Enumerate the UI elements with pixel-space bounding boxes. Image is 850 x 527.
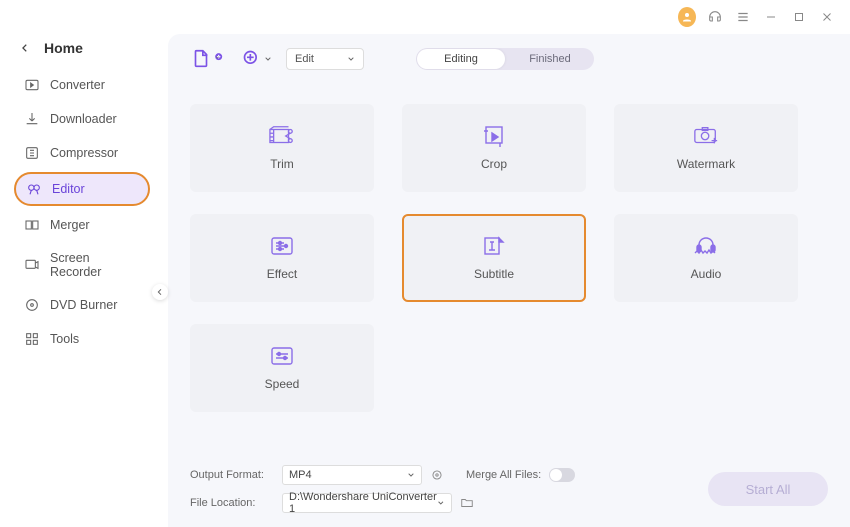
card-subtitle[interactable]: Subtitle <box>402 214 586 302</box>
close-icon[interactable] <box>818 8 836 26</box>
sidebar-item-dvdburner[interactable]: DVD Burner <box>14 290 150 320</box>
editor-icon <box>26 181 42 197</box>
output-settings-icon[interactable] <box>430 468 444 482</box>
edit-mode-select[interactable]: Edit <box>286 48 364 70</box>
seg-finished[interactable]: Finished <box>506 48 594 70</box>
file-location-label: File Location: <box>190 497 274 509</box>
sidebar-item-merger[interactable]: Merger <box>14 210 150 240</box>
maximize-icon[interactable] <box>790 8 808 26</box>
card-watermark[interactable]: Watermark <box>614 104 798 192</box>
downloader-icon <box>24 111 40 127</box>
sidebar-item-label: DVD Burner <box>50 298 117 312</box>
sidebar-item-compressor[interactable]: Compressor <box>14 138 150 168</box>
card-label: Trim <box>270 157 294 171</box>
file-location-select[interactable]: D:\Wondershare UniConverter 1 <box>282 493 452 513</box>
crop-icon <box>481 125 507 147</box>
tools-icon <box>24 331 40 347</box>
dvdburner-icon <box>24 297 40 313</box>
effect-icon <box>269 235 295 257</box>
sidebar-item-downloader[interactable]: Downloader <box>14 104 150 134</box>
card-label: Effect <box>267 267 297 281</box>
edit-select-value: Edit <box>295 53 314 65</box>
add-url-button[interactable] <box>242 49 272 69</box>
start-all-label: Start All <box>746 482 791 497</box>
card-effect[interactable]: Effect <box>190 214 374 302</box>
file-location-value: D:\Wondershare UniConverter 1 <box>289 491 437 515</box>
support-icon[interactable] <box>706 8 724 26</box>
screenrecorder-icon <box>24 257 40 273</box>
sidebar-nav: Converter Downloader Compressor Editor M… <box>6 70 154 354</box>
card-label: Crop <box>481 157 507 171</box>
sidebar-item-label: Tools <box>50 332 79 346</box>
sidebar-item-label: Editor <box>52 182 85 196</box>
user-avatar-icon[interactable] <box>678 8 696 26</box>
menu-icon[interactable] <box>734 8 752 26</box>
open-folder-icon[interactable] <box>460 496 474 510</box>
seg-editing[interactable]: Editing <box>417 49 505 69</box>
tool-grid: Trim Crop Watermark Effect Subtitle Audi… <box>190 104 828 412</box>
back-icon[interactable] <box>20 42 30 54</box>
toolbar: Edit Editing Finished <box>190 48 828 70</box>
card-audio[interactable]: Audio <box>614 214 798 302</box>
titlebar <box>0 0 850 34</box>
audio-icon <box>693 235 719 257</box>
sidebar-item-tools[interactable]: Tools <box>14 324 150 354</box>
collapse-sidebar-icon[interactable] <box>152 284 168 300</box>
main-panel: Edit Editing Finished Trim Crop Watermar… <box>168 34 850 527</box>
merger-icon <box>24 217 40 233</box>
output-format-label: Output Format: <box>190 469 274 481</box>
sidebar-item-label: Screen Recorder <box>50 251 140 279</box>
output-format-value: MP4 <box>289 469 312 481</box>
home-label: Home <box>44 40 83 56</box>
merge-toggle[interactable] <box>549 468 575 482</box>
sidebar-item-screenrecorder[interactable]: Screen Recorder <box>14 244 150 286</box>
card-crop[interactable]: Crop <box>402 104 586 192</box>
footer: Output Format: MP4 Merge All Files: File… <box>190 459 828 513</box>
start-all-button[interactable]: Start All <box>708 472 828 506</box>
status-segmented: Editing Finished <box>416 48 594 70</box>
sidebar-item-converter[interactable]: Converter <box>14 70 150 100</box>
watermark-icon <box>693 125 719 147</box>
subtitle-icon <box>481 235 507 257</box>
sidebar-item-label: Downloader <box>50 112 117 126</box>
add-file-button[interactable] <box>190 48 228 70</box>
card-label: Speed <box>265 377 300 391</box>
card-trim[interactable]: Trim <box>190 104 374 192</box>
card-label: Watermark <box>677 157 735 171</box>
card-label: Subtitle <box>474 267 514 281</box>
speed-icon <box>269 345 295 367</box>
compressor-icon <box>24 145 40 161</box>
sidebar: Home Converter Downloader Compressor Edi… <box>0 34 160 527</box>
sidebar-item-label: Converter <box>50 78 105 92</box>
converter-icon <box>24 77 40 93</box>
card-label: Audio <box>691 267 722 281</box>
sidebar-item-editor[interactable]: Editor <box>14 172 150 206</box>
minimize-icon[interactable] <box>762 8 780 26</box>
home-row[interactable]: Home <box>6 34 154 70</box>
card-speed[interactable]: Speed <box>190 324 374 412</box>
output-format-select[interactable]: MP4 <box>282 465 422 485</box>
sidebar-item-label: Compressor <box>50 146 118 160</box>
trim-icon <box>269 125 295 147</box>
sidebar-item-label: Merger <box>50 218 90 232</box>
merge-label: Merge All Files: <box>466 469 541 481</box>
